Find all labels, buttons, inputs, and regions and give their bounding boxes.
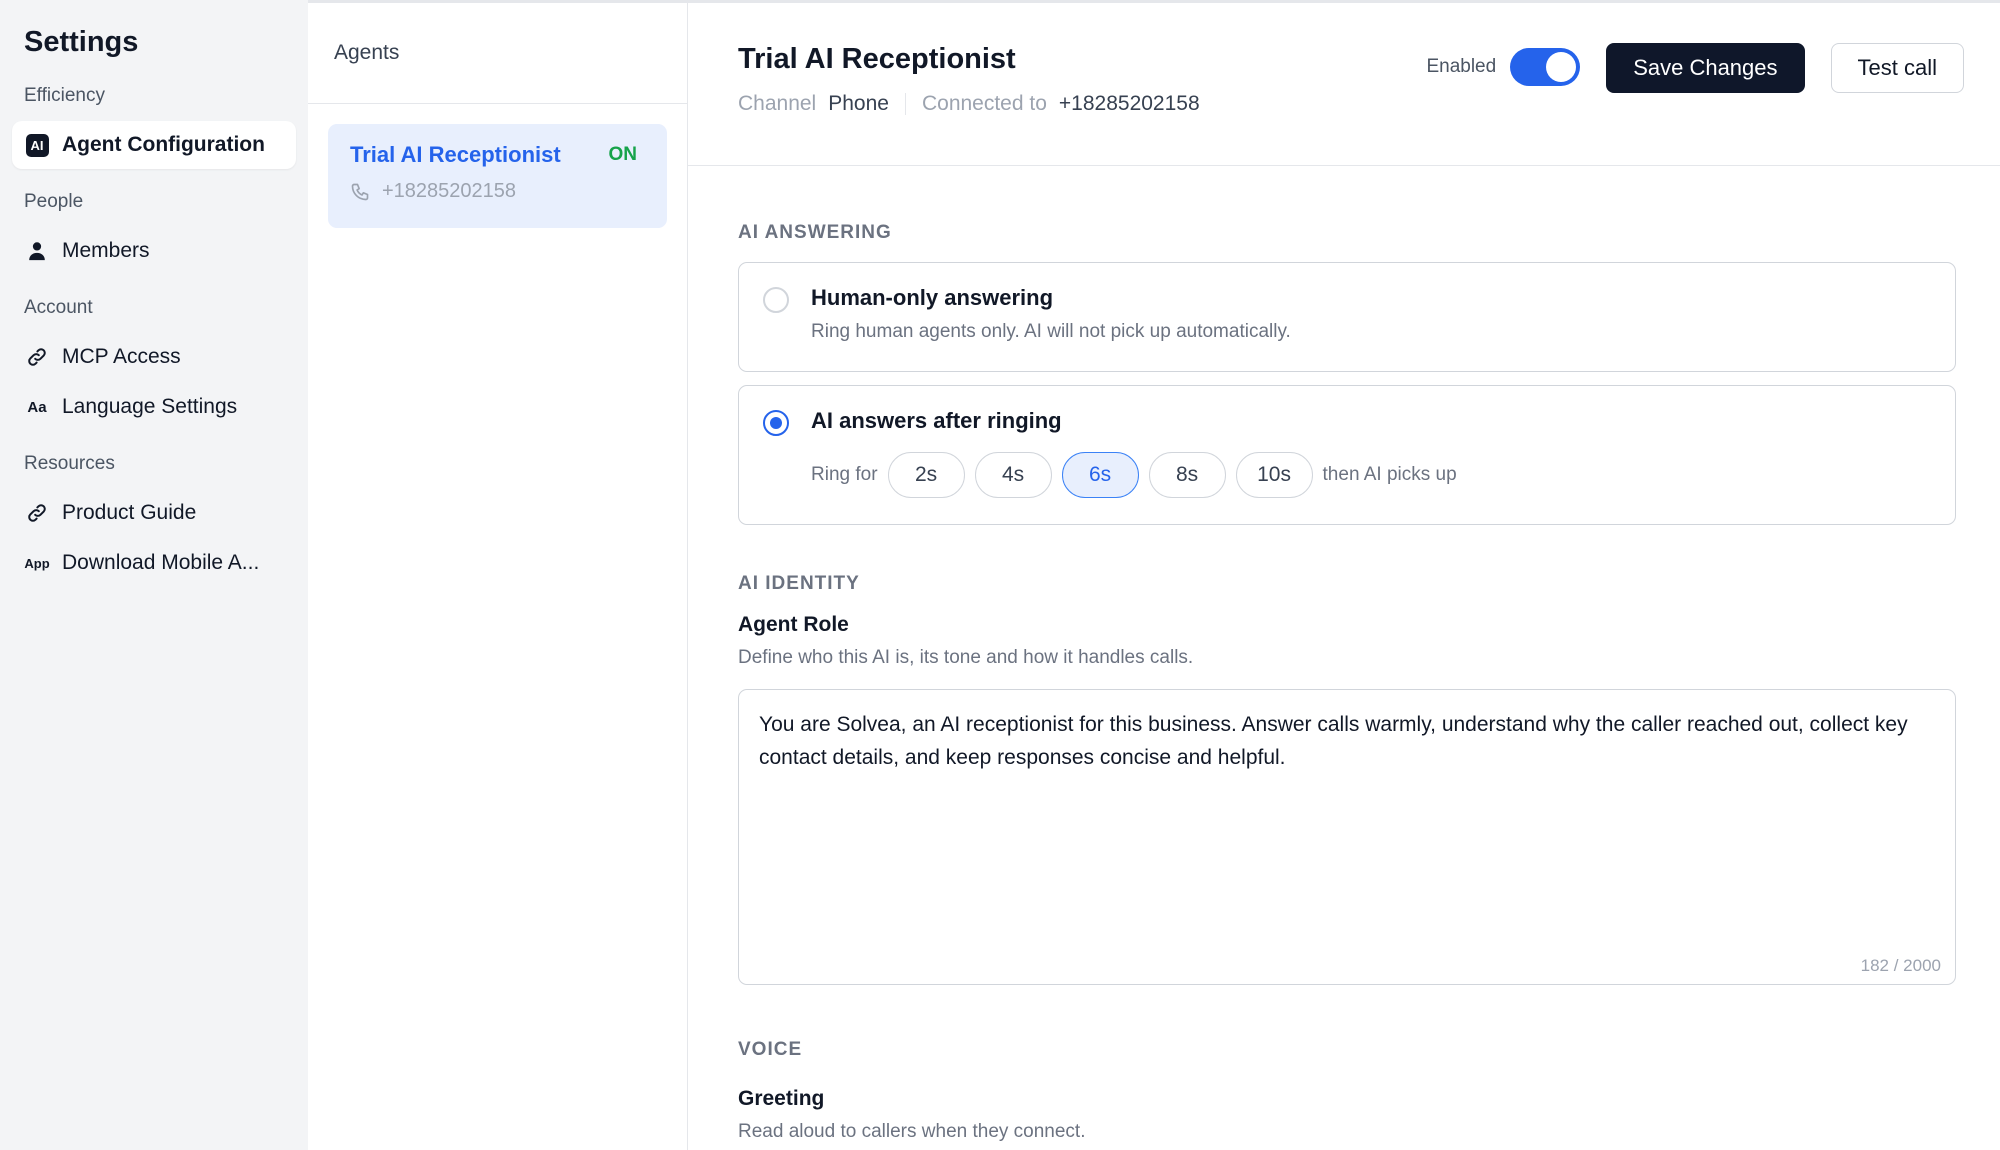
- language-icon-text: Aa: [27, 398, 47, 416]
- settings-sidebar: Settings Efficiency AI Agent Configurati…: [0, 0, 308, 1150]
- agent-role-textarea[interactable]: You are Solvea, an AI receptionist for t…: [738, 689, 1956, 985]
- human-only-radio[interactable]: [763, 287, 789, 313]
- sidebar-section-resources: Resources Product Guide App Download Mob…: [12, 453, 296, 587]
- agent-header-info: Trial AI Receptionist Channel Phone Conn…: [738, 43, 1200, 165]
- ai-icon-badge: AI: [25, 133, 49, 157]
- sidebar-item-label: Product Guide: [62, 501, 197, 524]
- person-icon: [24, 238, 50, 264]
- channel-value: Phone: [828, 92, 889, 115]
- ring-suffix: then AI picks up: [1322, 464, 1457, 485]
- agent-phone-row: +18285202158: [350, 180, 645, 203]
- sidebar-section-label: Account: [24, 297, 93, 318]
- option-description: Ring human agents only. AI will not pick…: [811, 321, 1291, 342]
- agent-phone-number: +18285202158: [382, 180, 517, 202]
- connected-label: Connected to: [921, 92, 1047, 115]
- sidebar-item-mcp-access[interactable]: MCP Access: [12, 333, 296, 381]
- phone-icon: [350, 182, 370, 202]
- sidebar-item-label: MCP Access: [62, 345, 181, 368]
- option-text: Human-only answering Ring human agents o…: [811, 285, 1291, 343]
- sidebar-item-label: Language Settings: [62, 395, 238, 418]
- sidebar-title: Settings: [24, 26, 139, 58]
- sidebar-section-label: People: [24, 191, 84, 212]
- language-icon: Aa: [24, 394, 50, 420]
- voice-section-title: VOICE: [738, 1039, 803, 1060]
- link-icon: [24, 344, 50, 370]
- ai-after-ringing-radio[interactable]: [763, 410, 789, 436]
- agent-card-top: Trial AI Receptionist ON: [350, 142, 645, 168]
- sidebar-item-product-guide[interactable]: Product Guide: [12, 489, 296, 537]
- ai-after-ringing-option[interactable]: AI answers after ringing Ring for 2s 4s …: [738, 385, 1956, 525]
- save-changes-button[interactable]: Save Changes: [1606, 43, 1805, 93]
- greeting-help: Read aloud to callers when they connect.: [738, 1121, 1086, 1142]
- agent-header: Trial AI Receptionist Channel Phone Conn…: [688, 3, 2000, 166]
- ai-identity-section-title: AI IDENTITY: [738, 573, 860, 594]
- page-title: Trial AI Receptionist: [738, 43, 1016, 75]
- agent-meta: Channel Phone Connected to +18285202158: [738, 92, 1200, 116]
- option-row: AI answers after ringing Ring for 2s 4s …: [763, 408, 1931, 498]
- sidebar-item-label: Members: [62, 239, 150, 262]
- sidebar-item-language-settings[interactable]: Aa Language Settings: [12, 383, 296, 431]
- ring-option-8s[interactable]: 8s: [1148, 452, 1226, 498]
- agent-role-label: Agent Role: [738, 613, 849, 636]
- sidebar-item-download-mobile-app[interactable]: App Download Mobile A...: [12, 539, 296, 587]
- ring-for-label: Ring for: [811, 464, 878, 485]
- sidebar-section-account: Account MCP Access Aa Language Settings: [12, 297, 296, 431]
- ring-option-2s[interactable]: 2s: [887, 452, 965, 498]
- sidebar-section-label: Resources: [24, 453, 115, 474]
- ring-option-4s[interactable]: 4s: [974, 452, 1052, 498]
- sidebar-section-efficiency: Efficiency AI Agent Configuration: [12, 85, 296, 169]
- connected-value: +18285202158: [1058, 92, 1200, 115]
- app-icon: App: [24, 550, 50, 576]
- app-window: Settings Efficiency AI Agent Configurati…: [0, 0, 2000, 1150]
- ring-option-10s[interactable]: 10s: [1235, 452, 1313, 498]
- option-row: Human-only answering Ring human agents o…: [763, 285, 1931, 343]
- option-title: Human-only answering: [811, 285, 1054, 310]
- char-count: 182 / 2000: [1860, 956, 1941, 975]
- ai-answering-section-title: AI ANSWERING: [738, 222, 892, 243]
- sidebar-item-label: Download Mobile A...: [62, 551, 260, 574]
- agents-panel-header: Agents: [308, 3, 687, 104]
- agent-card[interactable]: Trial AI Receptionist ON +18285202158: [328, 124, 667, 228]
- sidebar-item-label: Agent Configuration: [62, 133, 265, 156]
- agent-role-value: You are Solvea, an AI receptionist for t…: [759, 713, 1908, 769]
- agent-role-help: Define who this AI is, its tone and how …: [738, 647, 1194, 668]
- toggle-knob: [1546, 52, 1577, 82]
- ai-icon: AI: [24, 132, 50, 158]
- ring-duration-row: Ring for 2s 4s 6s 8s 10s then AI picks u…: [811, 452, 1457, 498]
- agents-panel: Agents Trial AI Receptionist ON +1828520…: [308, 0, 688, 1150]
- greeting-label: Greeting: [738, 1087, 825, 1110]
- sidebar-section-label: Efficiency: [24, 85, 105, 106]
- header-actions: Enabled Save Changes Test call: [1426, 43, 1964, 165]
- option-title: AI answers after ringing: [811, 408, 1062, 433]
- test-call-button[interactable]: Test call: [1830, 43, 1964, 93]
- sidebar-item-members[interactable]: Members: [12, 227, 296, 275]
- config-content: AI ANSWERING Human-only answering Ring h…: [688, 166, 2000, 1143]
- enabled-toggle[interactable]: [1510, 48, 1581, 86]
- sidebar-section-people: People Members: [12, 191, 296, 275]
- agent-name: Trial AI Receptionist: [350, 142, 561, 167]
- link-icon: [24, 500, 50, 526]
- sidebar-item-agent-configuration[interactable]: AI Agent Configuration: [12, 121, 296, 169]
- app-icon-text: App: [24, 555, 50, 571]
- agent-status-badge: ON: [608, 144, 638, 165]
- agent-config-main: Trial AI Receptionist Channel Phone Conn…: [688, 0, 2000, 1150]
- meta-divider: [904, 93, 906, 115]
- ring-option-6s[interactable]: 6s: [1061, 452, 1139, 498]
- enabled-label: Enabled: [1426, 56, 1497, 77]
- channel-label: Channel: [738, 92, 817, 115]
- option-text: AI answers after ringing Ring for 2s 4s …: [811, 408, 1457, 498]
- human-only-option[interactable]: Human-only answering Ring human agents o…: [738, 262, 1956, 372]
